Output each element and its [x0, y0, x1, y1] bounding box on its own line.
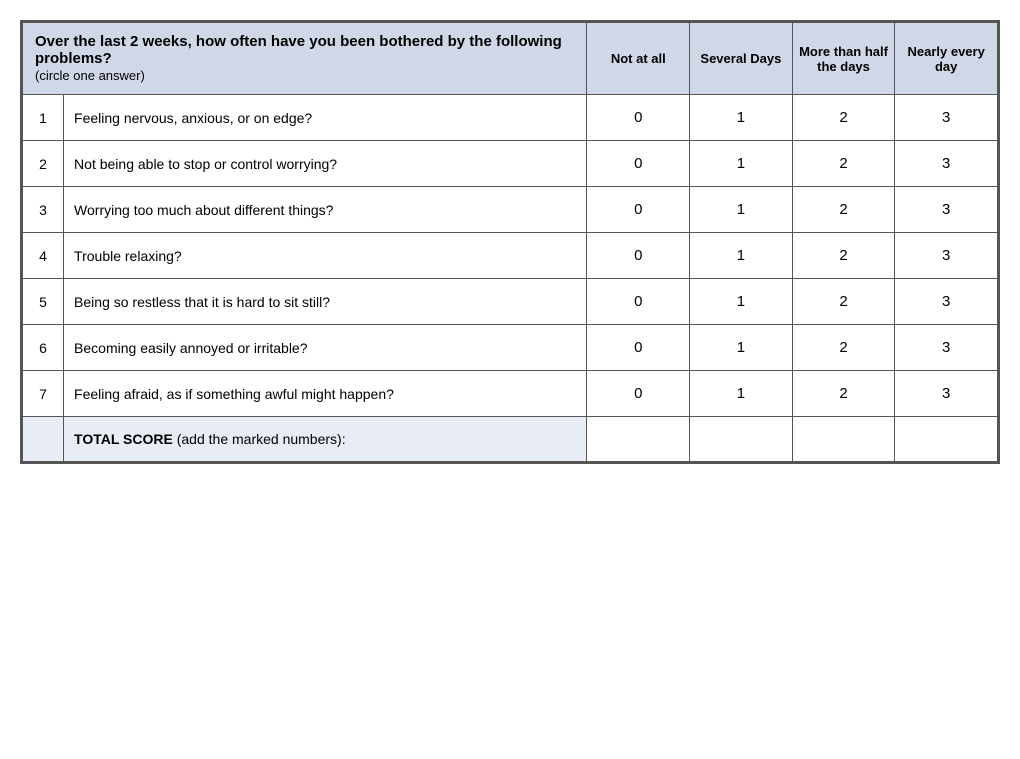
question-number-3: 3: [23, 187, 64, 233]
col-header-not-at-all: Not at all: [587, 23, 690, 95]
score-0-row-4: 0: [587, 233, 690, 279]
score-0-row-2: 0: [587, 141, 690, 187]
question-number-4: 4: [23, 233, 64, 279]
main-title: Over the last 2 weeks, how often have yo…: [35, 33, 562, 67]
total-label: TOTAL SCORE (add the marked numbers):: [64, 417, 587, 462]
score-3-row-3: 3: [895, 187, 998, 233]
score-2-row-7: 2: [792, 371, 895, 417]
total-row: TOTAL SCORE (add the marked numbers):: [23, 417, 998, 462]
question-row-5: 5 Being so restless that it is hard to s…: [23, 279, 998, 325]
main-header: Over the last 2 weeks, how often have yo…: [23, 23, 587, 95]
question-row-1: 1 Feeling nervous, anxious, or on edge? …: [23, 95, 998, 141]
score-1-row-4: 1: [690, 233, 793, 279]
question-row-4: 4 Trouble relaxing? 0 1 2 3: [23, 233, 998, 279]
col-header-more-than-half: More than half the days: [792, 23, 895, 95]
score-1-row-2: 1: [690, 141, 793, 187]
question-number-7: 7: [23, 371, 64, 417]
question-number-1: 1: [23, 95, 64, 141]
score-2-row-2: 2: [792, 141, 895, 187]
score-3-row-6: 3: [895, 325, 998, 371]
score-0-row-1: 0: [587, 95, 690, 141]
question-text-6: Becoming easily annoyed or irritable?: [64, 325, 587, 371]
score-2-row-1: 2: [792, 95, 895, 141]
question-text-2: Not being able to stop or control worryi…: [64, 141, 587, 187]
col-header-nearly-every-day: Nearly every day: [895, 23, 998, 95]
question-number-5: 5: [23, 279, 64, 325]
question-number-6: 6: [23, 325, 64, 371]
total-score-col4: [895, 417, 998, 462]
questionnaire-table: Over the last 2 weeks, how often have yo…: [20, 20, 1000, 464]
score-0-row-7: 0: [587, 371, 690, 417]
sub-title: (circle one answer): [35, 68, 145, 83]
score-2-row-3: 2: [792, 187, 895, 233]
question-text-5: Being so restless that it is hard to sit…: [64, 279, 587, 325]
col-header-several-days: Several Days: [690, 23, 793, 95]
score-1-row-6: 1: [690, 325, 793, 371]
score-2-row-4: 2: [792, 233, 895, 279]
question-row-2: 2 Not being able to stop or control worr…: [23, 141, 998, 187]
question-row-6: 6 Becoming easily annoyed or irritable? …: [23, 325, 998, 371]
question-row-3: 3 Worrying too much about different thin…: [23, 187, 998, 233]
score-3-row-5: 3: [895, 279, 998, 325]
score-0-row-3: 0: [587, 187, 690, 233]
score-1-row-5: 1: [690, 279, 793, 325]
score-3-row-4: 3: [895, 233, 998, 279]
score-3-row-1: 3: [895, 95, 998, 141]
score-0-row-6: 0: [587, 325, 690, 371]
question-text-7: Feeling afraid, as if something awful mi…: [64, 371, 587, 417]
score-0-row-5: 0: [587, 279, 690, 325]
question-number-2: 2: [23, 141, 64, 187]
question-row-7: 7 Feeling afraid, as if something awful …: [23, 371, 998, 417]
score-3-row-2: 3: [895, 141, 998, 187]
score-1-row-3: 1: [690, 187, 793, 233]
total-empty-num: [23, 417, 64, 462]
total-score-col3: [792, 417, 895, 462]
question-text-3: Worrying too much about different things…: [64, 187, 587, 233]
score-2-row-5: 2: [792, 279, 895, 325]
score-1-row-1: 1: [690, 95, 793, 141]
total-score-col1: [587, 417, 690, 462]
question-text-4: Trouble relaxing?: [64, 233, 587, 279]
score-1-row-7: 1: [690, 371, 793, 417]
total-score-col2: [690, 417, 793, 462]
score-2-row-6: 2: [792, 325, 895, 371]
question-text-1: Feeling nervous, anxious, or on edge?: [64, 95, 587, 141]
score-3-row-7: 3: [895, 371, 998, 417]
